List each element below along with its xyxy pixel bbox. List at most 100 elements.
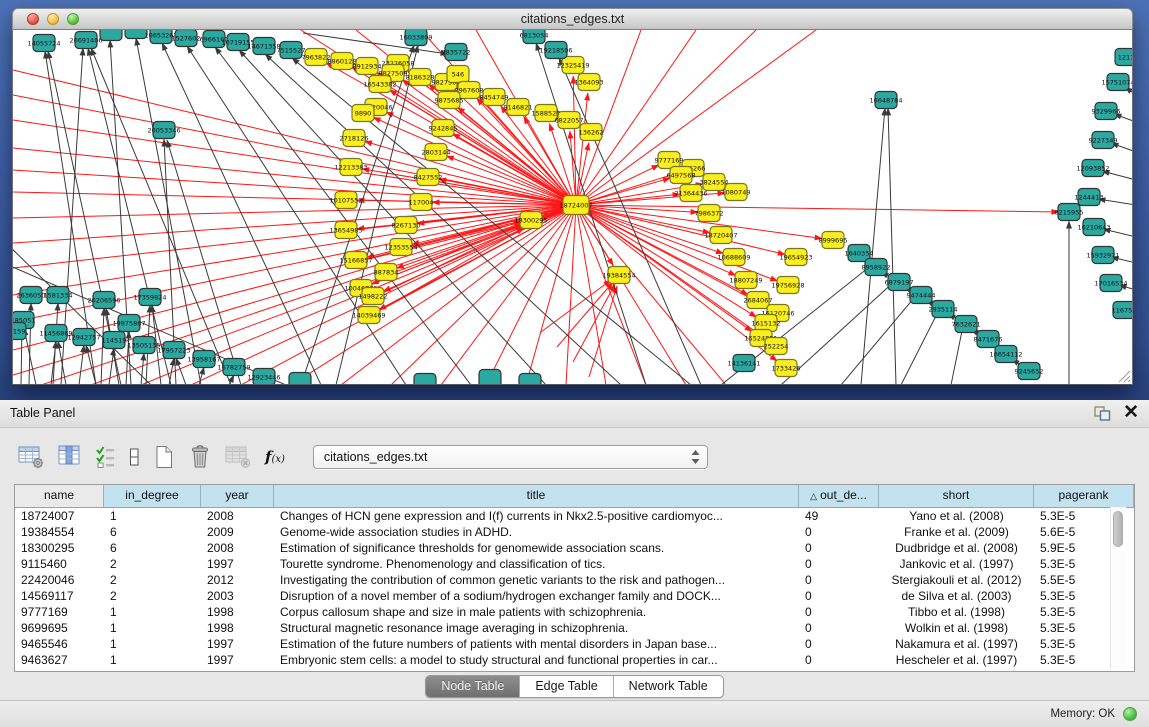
table-row[interactable]: 1938455462009Genome-wide association stu…: [15, 524, 1134, 540]
float-window-icon[interactable]: [1094, 406, 1111, 421]
close-window-button[interactable]: [27, 13, 39, 25]
graph-node[interactable]: 12093852: [1076, 160, 1109, 177]
graph-node[interactable]: 6822057: [555, 112, 584, 129]
table-settings-icon-button[interactable]: [18, 444, 45, 469]
graph-node[interactable]: 117004: [409, 194, 434, 211]
graph-node[interactable]: 15751074: [1101, 74, 1132, 91]
panel-close-icon[interactable]: ✕: [1123, 404, 1139, 422]
graph-node[interactable]: 17016534: [1094, 275, 1127, 292]
graph-node[interactable]: 7963822: [302, 49, 331, 66]
graph-node[interactable]: 16210643: [1077, 219, 1110, 236]
column-header-short[interactable]: short: [879, 485, 1034, 507]
graph-node[interactable]: 1581334: [44, 287, 73, 304]
graph-node[interactable]: 9242845: [429, 120, 458, 137]
graph-node[interactable]: 7835722: [442, 44, 471, 61]
graph-node[interactable]: 16648784: [869, 92, 902, 109]
table-columns-icon-button[interactable]: [58, 444, 82, 469]
graph-node[interactable]: 114519: [102, 332, 127, 349]
graph-node[interactable]: 15932971: [1086, 247, 1119, 264]
graph-node[interactable]: 13958167: [187, 351, 220, 368]
graph-node[interactable]: 7632621: [952, 316, 981, 333]
table-row[interactable]: 2242004622012Investigating the contribut…: [15, 572, 1134, 588]
graph-node[interactable]: 8427552: [414, 169, 443, 186]
graph-node[interactable]: 2935114: [929, 301, 958, 318]
graph-node[interactable]: 6879197: [885, 274, 914, 291]
column-header-name[interactable]: name: [15, 485, 104, 507]
graph-node[interactable]: 7986372: [695, 205, 724, 222]
tab-node-table[interactable]: Node Table: [426, 676, 520, 697]
graph-node[interactable]: 16033809: [399, 30, 432, 46]
graph-node[interactable]: 18724007: [559, 196, 592, 215]
graph-node[interactable]: 19654923: [779, 249, 812, 266]
graph-node[interactable]: 39159: [13, 323, 26, 340]
graph-node[interactable]: [479, 370, 501, 385]
graph-node[interactable]: [100, 30, 122, 41]
network-canvas[interactable]: 1872400779638228860128891293423226058982…: [12, 30, 1133, 385]
column-header-title[interactable]: title: [274, 485, 799, 507]
graph-node[interactable]: 19384554: [602, 267, 635, 284]
window-titlebar[interactable]: citations_edges.txt: [12, 8, 1133, 30]
column-header-pagerank[interactable]: pagerank: [1034, 485, 1134, 507]
table-row[interactable]: 1872400712008Changes of HCN gene express…: [15, 508, 1134, 524]
graph-node[interactable]: [519, 374, 541, 385]
maximize-window-button[interactable]: [67, 13, 79, 25]
table-row[interactable]: 1830029562008Estimation of significance …: [15, 540, 1134, 556]
table-row[interactable]: 946362711997Embryonic stem cells: a mode…: [15, 652, 1134, 668]
table-row[interactable]: 911546021997Tourette syndrome. Phenomeno…: [15, 556, 1134, 572]
graph-node[interactable]: 1080749: [722, 184, 751, 201]
graph-node[interactable]: 10688609: [717, 249, 750, 266]
graph-node[interactable]: 14055724: [27, 35, 60, 52]
node-table[interactable]: namein_degreeyeartitle△out_de...shortpag…: [14, 484, 1135, 672]
graph-node[interactable]: 136262: [579, 124, 604, 141]
delete-table-disabled-icon-button[interactable]: [225, 444, 252, 469]
graph-node[interactable]: 18720407: [704, 227, 737, 244]
network-view-window[interactable]: citations_edges.txt 18724007796382288601…: [12, 8, 1133, 385]
graph-node[interactable]: 252254: [764, 338, 789, 355]
graph-node[interactable]: 2803144: [422, 144, 451, 161]
table-row[interactable]: 977716911998Corpus callosum shape and si…: [15, 604, 1134, 620]
graph-node[interactable]: 16782759: [217, 359, 250, 376]
delete-trash-icon-button[interactable]: [188, 444, 212, 470]
graph-node[interactable]: 1527602: [172, 30, 201, 47]
graph-node[interactable]: 9245652: [1015, 363, 1044, 380]
graph-node[interactable]: 8999695: [819, 232, 848, 249]
graph-node[interactable]: 116753: [1112, 302, 1132, 319]
graph-node[interactable]: 8267130: [392, 217, 421, 234]
table-row[interactable]: 1456911722003Disruption of a novel membe…: [15, 588, 1134, 604]
graph-node[interactable]: 1244413: [1075, 189, 1104, 206]
graph-node[interactable]: 9890: [352, 105, 374, 122]
graph-node[interactable]: 9329966: [1092, 103, 1121, 120]
graph-node[interactable]: 2718126: [340, 130, 369, 147]
graph-node[interactable]: 2636050: [17, 287, 46, 304]
graph-node[interactable]: 8186328: [406, 69, 435, 86]
graph-node[interactable]: 9146821: [504, 99, 533, 116]
graph-node[interactable]: 8215955: [1055, 204, 1084, 221]
table-scrollbar[interactable]: [1110, 507, 1126, 669]
column-header-in_degree[interactable]: in_degree: [104, 485, 201, 507]
graph-node[interactable]: 6497568: [667, 167, 696, 184]
table-row[interactable]: 946554611997Estimation of the future num…: [15, 636, 1134, 652]
table-row[interactable]: 969969511998Structural magnetic resonanc…: [15, 620, 1134, 636]
graph-node[interactable]: [289, 373, 311, 385]
graph-node[interactable]: [414, 374, 436, 385]
graph-node[interactable]: 887834: [374, 264, 399, 281]
graph-node[interactable]: 7515527: [277, 42, 306, 59]
graph-node[interactable]: 546: [447, 66, 469, 83]
graph-node[interactable]: 10107552: [329, 192, 362, 209]
column-header-out_de[interactable]: △out_de...: [799, 485, 879, 507]
graph-node[interactable]: 9875685: [435, 92, 464, 109]
function-builder-icon-button[interactable]: f(x): [265, 448, 285, 466]
graph-node[interactable]: 8471676: [974, 331, 1003, 348]
resize-grip-icon[interactable]: [1117, 369, 1131, 383]
rows-icon-button[interactable]: [129, 445, 140, 469]
network-graph[interactable]: 1872400779638228860128891293423226058982…: [13, 30, 1132, 384]
graph-node[interactable]: 6813054: [520, 30, 549, 44]
graph-node[interactable]: 9227349: [1089, 132, 1118, 149]
column-checklist-icon-button[interactable]: [95, 445, 116, 469]
table-selector-dropdown[interactable]: citations_edges.txt: [313, 445, 708, 469]
graph-node[interactable]: 1733426: [772, 360, 801, 377]
graph-node[interactable]: 1364093: [575, 74, 604, 91]
tab-network-table[interactable]: Network Table: [614, 676, 723, 697]
graph-node[interactable]: 19756928: [771, 277, 804, 294]
column-header-year[interactable]: year: [201, 485, 274, 507]
